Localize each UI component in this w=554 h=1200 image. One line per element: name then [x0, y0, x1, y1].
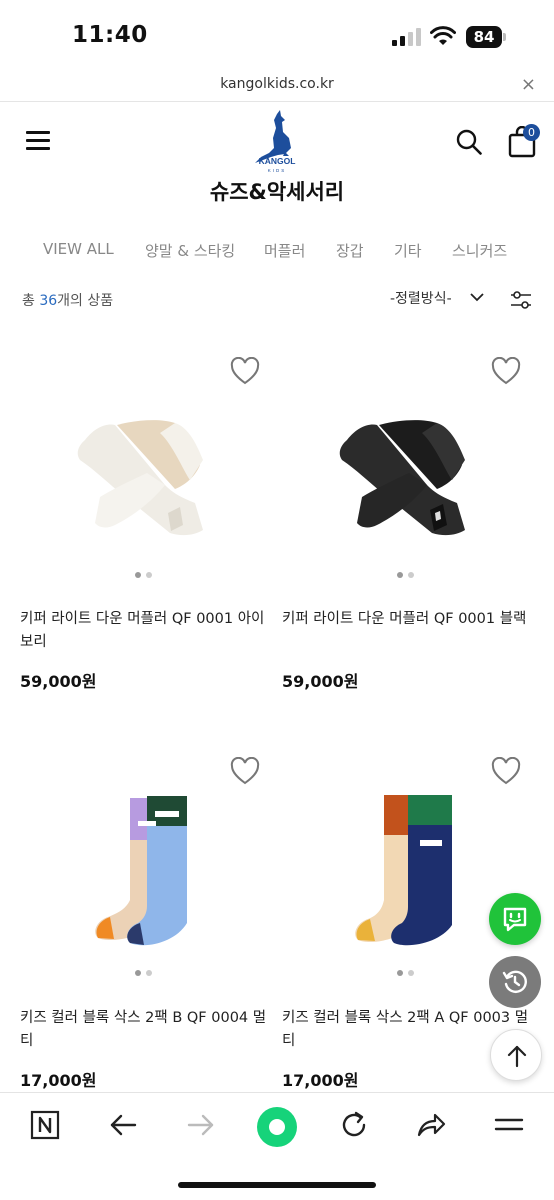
hamburger-menu-icon[interactable] [26, 131, 50, 151]
category-tabs: VIEW ALL 양말 & 스타킹 머플러 장갑 기타 스니커즈 [0, 240, 554, 264]
page-title: 슈즈&악세서리 [209, 180, 345, 204]
tab-muffler[interactable]: 머플러 [264, 240, 305, 261]
kangol-logo[interactable]: KANGOL KIDS [247, 108, 307, 174]
naver-green-button[interactable] [257, 1107, 297, 1147]
green-dot-icon [269, 1119, 285, 1135]
url-text[interactable]: kangolkids.co.kr [0, 76, 554, 92]
sort-dropdown[interactable]: -정렬방식- [390, 288, 452, 308]
refresh-icon[interactable] [338, 1109, 370, 1141]
naver-n-icon[interactable] [29, 1109, 61, 1141]
heart-icon[interactable] [230, 357, 260, 385]
status-bar: 11:40 84 [0, 0, 554, 70]
battery-tip [503, 33, 506, 41]
image-pagination-dots [135, 572, 155, 578]
count-number: 36 [39, 293, 58, 309]
product-image-black-scarf[interactable] [317, 385, 497, 560]
product-price: 17,000원 [20, 1071, 97, 1090]
count-prefix: 총 [22, 293, 40, 309]
logo-subtext: KIDS [268, 168, 287, 173]
product-name[interactable]: 키퍼 라이트 다운 머플러 QF 0001 아이보리 [20, 608, 270, 654]
wifi-icon [430, 26, 456, 45]
product-name[interactable]: 키즈 컬러 블록 삭스 2팩 B QF 0004 멀티 [20, 1007, 270, 1053]
logo-text: KANGOL [259, 156, 296, 166]
close-icon[interactable]: × [521, 74, 536, 95]
tab-gloves[interactable]: 장갑 [336, 240, 364, 261]
heart-icon[interactable] [491, 757, 521, 785]
product-card[interactable]: 키즈 컬러 블록 삭스 2팩 B QF 0004 멀티 17,000원 [20, 755, 270, 1095]
home-indicator [178, 1182, 376, 1188]
count-suffix: 개의 상품 [57, 293, 114, 309]
product-card[interactable]: 키퍼 라이트 다운 머플러 QF 0001 아이보리 59,000원 [20, 355, 270, 695]
tab-socks-stockings[interactable]: 양말 & 스타킹 [145, 240, 235, 261]
status-time: 11:40 [72, 22, 148, 48]
url-bar[interactable]: kangolkids.co.kr × [0, 70, 554, 102]
product-image-socks-a[interactable] [342, 793, 472, 953]
filter-icon[interactable] [510, 290, 532, 310]
image-pagination-dots [135, 970, 155, 976]
product-image-ivory-scarf[interactable] [55, 385, 235, 560]
arrow-up-icon [507, 1045, 527, 1068]
share-icon[interactable] [415, 1109, 447, 1141]
product-price: 59,000원 [282, 672, 359, 691]
product-image-socks-b[interactable] [80, 793, 210, 953]
scroll-to-top-button[interactable] [490, 1029, 542, 1081]
chevron-down-icon[interactable] [470, 292, 484, 302]
heart-icon[interactable] [491, 357, 521, 385]
forward-arrow-icon[interactable] [185, 1109, 217, 1141]
cellular-signal-icon [392, 28, 422, 46]
image-pagination-dots [397, 970, 417, 976]
product-count: 총 36개의 상품 [22, 290, 113, 310]
product-name[interactable]: 키퍼 라이트 다운 머플러 QF 0001 블랙 [282, 608, 532, 631]
tab-view-all[interactable]: VIEW ALL [43, 240, 114, 258]
product-price: 17,000원 [282, 1071, 359, 1090]
recent-history-button[interactable] [489, 956, 541, 1008]
cart-count-badge: 0 [523, 124, 540, 141]
battery-indicator: 84 [466, 26, 502, 48]
menu-lines-icon[interactable] [493, 1109, 525, 1141]
search-icon[interactable] [456, 129, 482, 155]
tab-etc[interactable]: 기타 [394, 240, 422, 261]
heart-icon[interactable] [230, 757, 260, 785]
history-icon [502, 970, 527, 993]
tab-sneakers[interactable]: 스니커즈 [452, 240, 507, 261]
image-pagination-dots [397, 572, 417, 578]
back-arrow-icon[interactable] [107, 1109, 139, 1141]
chat-icon [503, 907, 527, 932]
chat-button[interactable] [489, 893, 541, 945]
product-price: 59,000원 [20, 672, 97, 691]
product-card[interactable]: 키퍼 라이트 다운 머플러 QF 0001 블랙 59,000원 [282, 355, 532, 695]
